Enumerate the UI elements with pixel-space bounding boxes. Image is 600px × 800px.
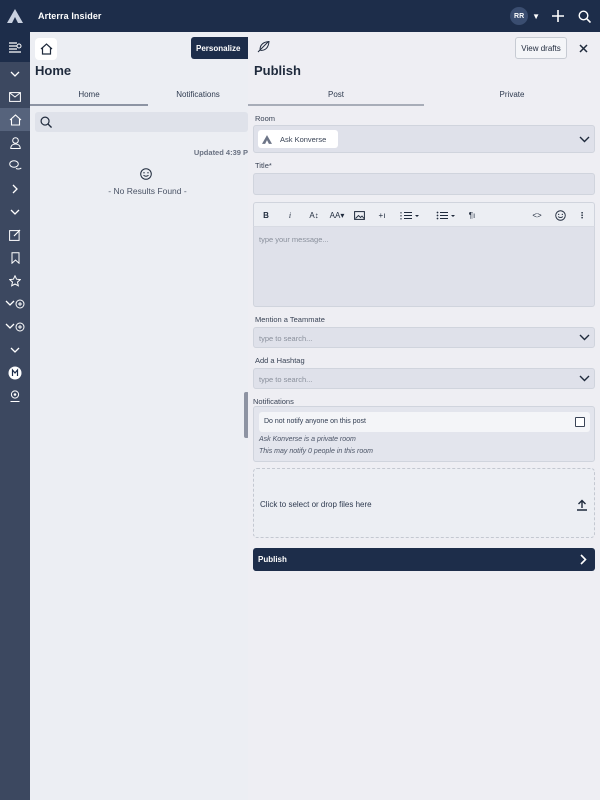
tab-post[interactable]: Post (248, 88, 424, 106)
hashtag-placeholder: type to search... (259, 375, 313, 384)
inbox-icon[interactable] (0, 85, 30, 108)
more-options-icon[interactable]: ⋮ (576, 208, 588, 222)
emoji-icon[interactable] (553, 208, 567, 222)
tab-home[interactable]: Home (30, 88, 148, 106)
image-icon[interactable] (352, 208, 366, 222)
publish-button-label: Publish (258, 555, 287, 564)
menu-toggle-icon[interactable] (0, 32, 30, 62)
close-icon[interactable] (575, 40, 591, 56)
chevron-right-icon (577, 554, 589, 566)
italic-icon[interactable]: i (284, 208, 296, 222)
notifications-label: Notifications (253, 397, 294, 406)
message-editor[interactable]: type your message... (253, 226, 595, 307)
arterra-logo-icon[interactable] (0, 0, 30, 32)
search-icon[interactable] (576, 8, 592, 24)
chevron-down-plus-icon[interactable] (0, 315, 30, 338)
publish-button[interactable]: Publish (253, 548, 595, 571)
room-value: Ask Konverse (280, 134, 327, 144)
feather-icon (257, 40, 270, 58)
personalize-label: Personalize (196, 43, 241, 53)
profile-icon[interactable] (0, 131, 30, 154)
app-title: Arterra Insider (38, 11, 102, 21)
message-placeholder: type your message... (259, 235, 329, 244)
avatar-dropdown-icon[interactable]: ▼ (532, 12, 540, 21)
view-drafts-button[interactable]: View drafts (515, 37, 567, 59)
home-pane: Home Personalize Home Notifications Upda… (30, 32, 261, 800)
arterra-logo-icon (262, 134, 272, 144)
text-size-icon[interactable]: A↕ (307, 208, 321, 222)
chevron-down-icon[interactable] (0, 338, 30, 361)
dropzone-text: Click to select or drop files here (260, 500, 372, 509)
plus-icon[interactable] (550, 8, 566, 24)
home-page-title: Home (35, 63, 72, 78)
mention-placeholder: type to search... (259, 334, 313, 343)
tab-private[interactable]: Private (424, 88, 600, 106)
chevron-down-icon[interactable] (0, 62, 30, 85)
hashtag-search-input[interactable]: type to search... (253, 368, 595, 389)
chat-icon[interactable] (0, 154, 30, 177)
chevron-right-icon[interactable] (0, 177, 30, 200)
no-results-text: - No Results Found - (108, 186, 187, 196)
notify-option-row[interactable]: Do not notify anyone on this post (259, 412, 590, 432)
publish-title: Publish (254, 63, 301, 78)
numbered-list-icon[interactable] (398, 208, 422, 222)
search-icon (38, 114, 54, 130)
insert-icon[interactable]: +ı (375, 208, 389, 222)
chevron-down-icon[interactable] (0, 200, 30, 223)
user-avatar[interactable]: RR (510, 7, 529, 25)
smiley-icon (140, 167, 152, 185)
home-icon[interactable] (35, 38, 57, 60)
font-case-icon[interactable]: AA▾ (329, 208, 345, 222)
title-input[interactable] (253, 173, 595, 195)
notifications-box: Do not notify anyone on this post Ask Ko… (253, 406, 595, 462)
mention-label: Mention a Teammate (255, 315, 325, 324)
room-chip: Ask Konverse (258, 130, 338, 148)
private-room-note: Ask Konverse is a private room (259, 436, 356, 443)
mention-search-input[interactable]: type to search... (253, 327, 595, 348)
code-icon[interactable]: <> (530, 208, 544, 222)
upload-icon (576, 498, 588, 511)
room-select[interactable]: Ask Konverse (253, 125, 595, 153)
room-label: Room (255, 114, 276, 123)
star-icon[interactable] (0, 269, 30, 292)
chevron-down-plus-icon[interactable] (0, 292, 30, 315)
notify-count-note: This may notify 0 people in this room (259, 448, 373, 455)
chevron-down-icon (578, 373, 590, 385)
compose-icon[interactable] (0, 223, 30, 246)
tab-notifications[interactable]: Notifications (148, 88, 248, 106)
chevron-down-icon (578, 332, 590, 344)
home-search-input[interactable] (35, 112, 248, 132)
notify-option-text: Do not notify anyone on this post (264, 418, 366, 425)
left-rail (0, 32, 30, 800)
support-icon[interactable] (0, 384, 30, 407)
publish-panel: Publish View drafts Post Private Room As… (248, 32, 600, 800)
workspace-badge-icon[interactable] (0, 361, 30, 384)
editor-toolbar: B i A↕ AA▾ +ı ¶ı <> ⋮ (253, 202, 595, 226)
bullet-list-icon[interactable] (434, 208, 458, 222)
chevron-down-icon (578, 133, 590, 145)
home-nav-icon[interactable] (0, 108, 30, 131)
bold-icon[interactable]: B (260, 208, 272, 222)
notify-checkbox[interactable] (575, 417, 585, 427)
file-dropzone[interactable]: Click to select or drop files here (253, 468, 595, 538)
paragraph-icon[interactable]: ¶ı (465, 208, 479, 222)
updated-timestamp: Updated 4:39 P (193, 148, 248, 157)
hashtag-label: Add a Hashtag (255, 356, 305, 365)
top-bar: Arterra Insider RR ▼ (0, 0, 600, 32)
bookmark-icon[interactable] (0, 246, 30, 269)
title-label: Title* (255, 161, 272, 170)
